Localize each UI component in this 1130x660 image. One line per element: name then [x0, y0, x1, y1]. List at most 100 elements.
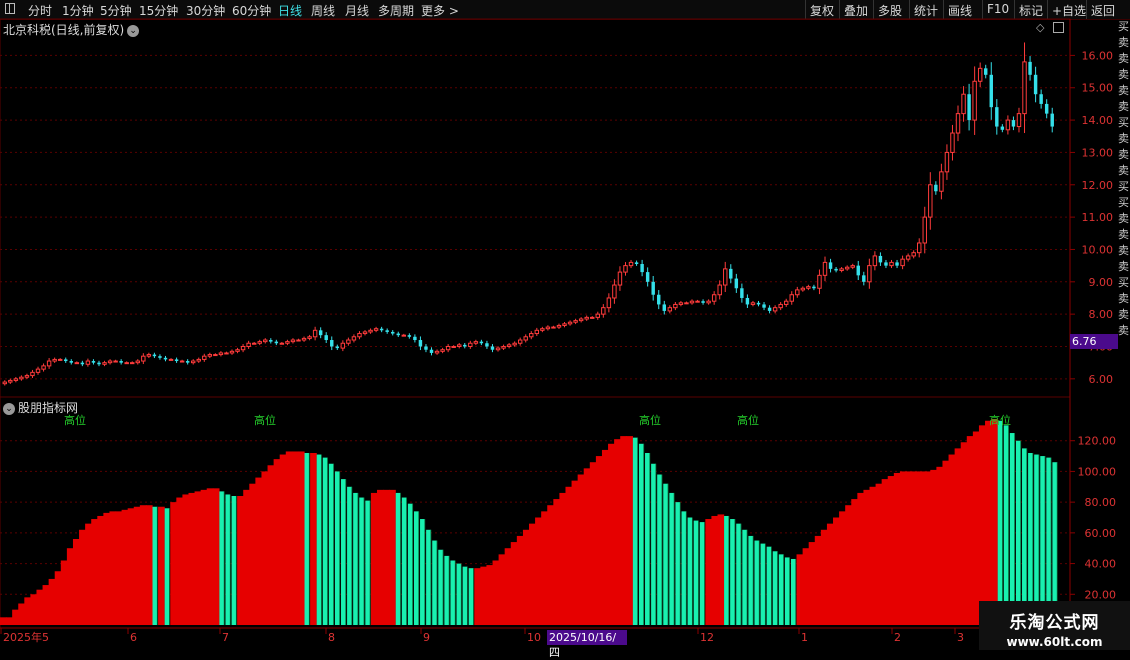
candle-body	[778, 303, 783, 309]
candle-body	[185, 361, 190, 363]
candle-body	[939, 171, 944, 192]
indicator-bar	[91, 519, 98, 625]
candle-body	[1005, 119, 1011, 131]
candle-body	[490, 346, 495, 350]
candle-body	[1044, 103, 1049, 114]
indicator-bar	[510, 542, 518, 625]
indicator-bar	[839, 511, 846, 625]
candle-body	[934, 184, 938, 192]
indicator-bar	[60, 560, 68, 625]
indicator-bar	[304, 453, 310, 625]
indicator-bar	[778, 554, 784, 625]
candle-body	[152, 354, 157, 357]
indicator-tick-label: 100.00	[1078, 465, 1117, 478]
indicator-bar	[657, 474, 663, 625]
candle-body	[457, 344, 462, 347]
candle-body	[257, 341, 262, 344]
watermark-url: www.60lt.com	[1006, 635, 1103, 649]
candle-body	[35, 368, 41, 373]
indicator-bar	[212, 488, 220, 625]
candle-body	[662, 304, 666, 311]
main-panel-frame	[0, 18, 1071, 398]
indicator-bar-edge	[412, 503, 414, 625]
indicator-bar	[565, 486, 573, 625]
indicator-bar	[170, 502, 177, 625]
time-tick-label: 6	[130, 631, 137, 644]
indicator-bar	[6, 617, 13, 625]
indicator-bar	[711, 515, 719, 625]
indicator-bar	[924, 471, 931, 625]
candle-body	[113, 360, 118, 363]
indicator-bar	[456, 563, 462, 625]
indicator-bar	[887, 476, 895, 625]
candle-body	[922, 216, 927, 244]
candle-body	[800, 287, 806, 291]
candle-body	[251, 342, 257, 345]
indicator-bar	[918, 471, 925, 625]
candle-body	[740, 288, 744, 298]
indicator-bar-edge	[351, 486, 353, 625]
indicator-tick-label: 120.00	[1078, 435, 1117, 448]
indicator-bar	[297, 451, 305, 625]
indicator-bar-edge	[637, 437, 639, 625]
indicator-bar	[438, 549, 444, 625]
candle-body	[373, 328, 379, 331]
indicator-bar	[905, 471, 913, 625]
indicator-bar	[687, 517, 693, 625]
candle-body	[179, 360, 185, 363]
cursor-price-badge: 6.76	[1070, 334, 1118, 349]
indicator-bar	[231, 496, 237, 625]
indicator-bar	[577, 474, 585, 625]
indicator-bar	[109, 511, 117, 625]
time-tick-label: 10	[527, 631, 541, 644]
indicator-bar	[985, 420, 992, 625]
indicator-bar	[474, 568, 481, 625]
cursor-date-badge: 2025/10/16/四	[547, 630, 627, 659]
indicator-bar	[766, 546, 772, 625]
candle-body	[850, 265, 855, 268]
indicator-bar	[954, 448, 962, 625]
indicator-bar	[583, 468, 591, 625]
candle-body	[13, 378, 19, 381]
indicator-bar	[553, 499, 561, 625]
indicator-bar	[571, 480, 579, 625]
indicator-bar	[486, 565, 494, 625]
indicator-bar	[255, 477, 263, 625]
indicator-bar	[219, 491, 225, 625]
candle-body	[529, 333, 534, 338]
indicator-bar	[121, 509, 129, 625]
indicator-bar	[347, 486, 352, 625]
indicator-bar-edge	[442, 549, 444, 625]
indicator-bar-edge	[704, 522, 705, 625]
indicator-bar	[808, 542, 816, 625]
indicator-bar	[675, 502, 681, 625]
indicator-bar-edge	[339, 471, 341, 625]
indicator-bar	[225, 494, 231, 625]
indicator-bar	[748, 535, 754, 625]
candle-body	[612, 284, 617, 299]
candle-body	[64, 359, 68, 362]
candle-body	[905, 255, 911, 260]
indicator-bar	[522, 529, 530, 625]
candle-body	[57, 358, 63, 361]
indicator-bar	[802, 548, 810, 625]
candle-body	[202, 355, 207, 360]
indicator-bar	[1040, 456, 1046, 625]
candle-body	[606, 297, 612, 309]
indicator-bar	[1028, 453, 1033, 625]
indicator-bar	[133, 506, 141, 625]
indicator-bar-edge	[169, 508, 170, 625]
candle-body	[107, 360, 113, 364]
indicator-bar-edge	[789, 557, 791, 625]
indicator-bar	[30, 594, 38, 625]
indicator-bar-edge	[448, 555, 450, 625]
candle-body	[224, 352, 229, 355]
indicator-bar	[875, 483, 883, 625]
candle-body	[1033, 74, 1038, 95]
candle-body	[312, 329, 318, 338]
indicator-bar-edge	[777, 551, 778, 625]
candle-body	[213, 354, 218, 357]
indicator-bar-edge	[418, 511, 420, 625]
price-tick-label: 15.00	[1082, 82, 1114, 95]
chart-canvas[interactable]: 16.0015.0014.0013.0012.0011.0010.009.008…	[0, 0, 1130, 650]
